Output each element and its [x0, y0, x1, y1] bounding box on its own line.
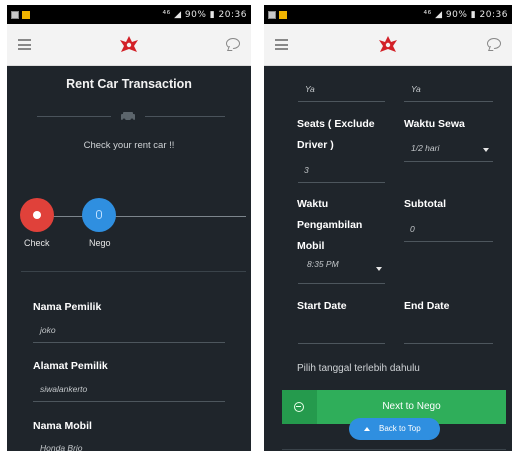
right-phone-screen: ⁴⁶ ◢ 90% ▮ 20:36 Ya Ya Seats ( Exclude D… [264, 5, 512, 451]
waktu-sewa-label: Waktu Sewa [404, 118, 465, 130]
waktu-sewa-select[interactable]: 1/2 hari [411, 143, 439, 153]
notification-icon [268, 10, 276, 19]
divider [282, 449, 506, 450]
divider [21, 271, 246, 272]
main-content: Ya Ya Seats ( Exclude Driver ) 3 Waktu S… [264, 67, 512, 451]
field-underline [404, 161, 493, 162]
arrow-up-icon [364, 427, 370, 431]
chevron-down-icon[interactable] [376, 267, 382, 271]
step-check-button[interactable] [20, 198, 54, 232]
field-underline [33, 342, 225, 343]
subtotal-label: Subtotal [404, 198, 446, 210]
status-bar: ⁴⁶ ◢ 90% ▮ 20:36 [264, 5, 512, 24]
field-value-top-right: Ya [411, 84, 421, 94]
enter-icon [282, 390, 317, 424]
field-underline [298, 101, 385, 102]
left-phone-screen: ⁴⁶ ◢ 90% ▮ 20:36 Rent Car Transaction Ch… [7, 5, 251, 451]
app-bar [7, 24, 251, 66]
field-value-nama-pemilik: joko [40, 325, 56, 335]
start-date-label: Start Date [297, 300, 347, 312]
seats-label-line1: Seats ( Exclude [297, 118, 375, 130]
divider [145, 116, 225, 117]
waktu-pengambilan-label-line1: Waktu [297, 198, 329, 210]
app-logo [379, 36, 397, 52]
step-nego-button[interactable] [82, 198, 116, 232]
field-underline [298, 283, 385, 284]
chat-icon[interactable] [487, 38, 501, 49]
field-underline [404, 241, 493, 242]
field-value-top-left: Ya [305, 84, 315, 94]
step-nego-label: Nego [89, 238, 111, 248]
status-text: ⁴⁶ ◢ 90% ▮ 20:36 [162, 9, 247, 20]
car-icon [121, 112, 135, 122]
step-check-label: Check [24, 238, 50, 248]
field-label-nama-mobil: Nama Mobil [33, 420, 92, 432]
chat-icon[interactable] [226, 38, 240, 49]
waktu-pengambilan-label-line2: Pengambilan [297, 219, 363, 231]
status-bar: ⁴⁶ ◢ 90% ▮ 20:36 [7, 5, 251, 24]
notification-icon [22, 10, 30, 19]
field-underline [404, 101, 493, 102]
field-label-alamat-pemilik: Alamat Pemilik [33, 360, 108, 372]
notification-icon [11, 10, 19, 19]
next-to-nego-label: Next to Nego [382, 401, 441, 412]
divider [37, 116, 111, 117]
field-label-nama-pemilik: Nama Pemilik [33, 301, 102, 313]
field-value-nama-mobil: Honda Brio [40, 443, 83, 451]
end-date-label: End Date [404, 300, 450, 312]
steps-track [21, 216, 246, 217]
field-underline [33, 401, 225, 402]
start-date-input[interactable] [298, 343, 385, 344]
app-logo [120, 36, 138, 52]
app-bar [264, 24, 512, 66]
hamburger-menu-icon[interactable] [18, 39, 31, 50]
chevron-down-icon[interactable] [483, 148, 489, 152]
page-title: Rent Car Transaction [66, 77, 192, 91]
back-to-top-button[interactable]: Back to Top [349, 418, 440, 440]
waktu-pengambilan-select[interactable]: 8:35 PM [307, 259, 339, 269]
field-value-alamat-pemilik: siwalankerto [40, 384, 88, 394]
end-date-input[interactable] [404, 343, 493, 344]
seats-input[interactable]: 3 [304, 165, 309, 175]
helper-text: Pilih tanggal terlebih dahulu [297, 363, 420, 374]
hamburger-menu-icon[interactable] [275, 39, 288, 50]
page-subtitle: Check your rent car !! [83, 140, 175, 151]
field-underline [298, 182, 385, 183]
seats-label-line2: Driver ) [297, 139, 334, 151]
subtotal-value: 0 [410, 224, 415, 234]
nego-icon [96, 210, 102, 219]
status-text: ⁴⁶ ◢ 90% ▮ 20:36 [423, 9, 508, 20]
back-to-top-label: Back to Top [379, 424, 421, 433]
waktu-pengambilan-label-line3: Mobil [297, 240, 325, 252]
main-content: Rent Car Transaction Check your rent car… [7, 67, 251, 451]
notification-icon [279, 10, 287, 19]
